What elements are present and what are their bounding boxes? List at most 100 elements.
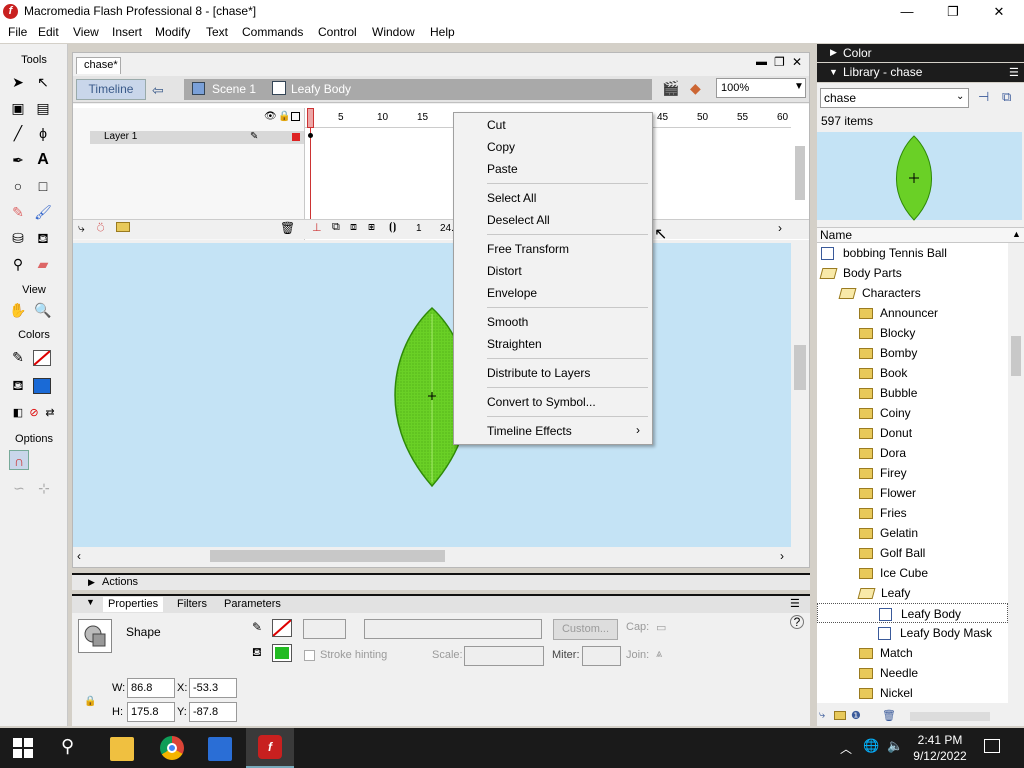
menu-item-copy[interactable]: Copy [487,140,515,154]
menu-text[interactable]: Text [206,25,228,39]
scroll-left-icon[interactable]: ‹ [77,549,81,563]
hand-tool-icon[interactable]: ✋ [8,300,28,320]
y-field[interactable]: -87.8 [189,702,237,722]
straighten-option-icon[interactable]: ⊹ [34,478,54,498]
swap-colors-icon[interactable]: ⇄ [40,403,60,423]
join-select[interactable]: ⩓ [656,648,662,661]
search-icon[interactable]: ⚲ [61,736,85,760]
tab-filters[interactable]: Filters [172,597,212,612]
line-tool-icon[interactable]: ╱ [8,123,28,143]
lock-proportions-icon[interactable]: 🔒 [84,696,96,707]
library-item[interactable]: Dora [817,443,1008,463]
stroke-style-select[interactable] [364,619,542,639]
timeline-vscroll[interactable] [795,146,805,200]
lasso-tool-icon[interactable]: ϕ [33,123,53,143]
actions-panel-header[interactable]: ▶ Actions [72,573,810,590]
custom-button[interactable]: Custom... [553,619,618,640]
snap-magnet-icon[interactable]: ∩ [9,450,29,470]
menu-item-convert-to-symbol[interactable]: Convert to Symbol... [487,395,596,409]
modify-markers-icon[interactable]: ⦗⦘ [389,221,396,234]
eye-icon[interactable]: 👁 [264,111,277,122]
library-item[interactable]: Body Parts [817,263,1008,283]
start-icon[interactable] [12,737,36,761]
stroke-color-swatch[interactable] [33,350,51,366]
brush-tool-icon[interactable]: 🖌 [33,202,53,222]
paint-bucket-tool-icon[interactable]: ⛾ [33,228,53,248]
onion-skin-icon[interactable]: ⧉ [332,221,340,234]
rectangle-tool-icon[interactable]: □ [33,176,53,196]
network-icon[interactable]: 🌐 [863,738,879,754]
delete-layer-icon[interactable]: 🗑 [280,221,295,235]
library-item[interactable]: Donut [817,423,1008,443]
fill-color-swatch[interactable] [33,378,51,394]
zoom-tool-icon[interactable]: 🔍 [33,300,53,320]
center-frame-icon[interactable]: ⊥ [312,221,322,234]
library-item[interactable]: Characters [817,283,1008,303]
add-guide-layer-icon[interactable]: ⍥ [97,221,104,236]
clock-time[interactable]: 2:41 PM [908,733,972,747]
new-library-icon[interactable]: ⧉ [1002,89,1011,105]
menu-item-distribute-to-layers[interactable]: Distribute to Layers [487,366,590,380]
menu-item-distort[interactable]: Distort [487,264,522,278]
doc-close-icon[interactable]: ✕ [792,55,802,69]
volume-icon[interactable]: 🔈 [887,738,903,754]
outline-icon[interactable] [291,112,300,121]
new-folder-icon[interactable] [834,711,846,720]
document-tab[interactable]: chase* [76,57,121,74]
menu-commands[interactable]: Commands [242,25,303,39]
library-item[interactable]: Bubble [817,383,1008,403]
restore-button[interactable]: ❐ [930,0,976,23]
free-transform-tool-icon[interactable]: ▣ [8,98,28,118]
oval-tool-icon[interactable]: ○ [8,176,28,196]
library-item[interactable]: Book [817,363,1008,383]
stage-vscroll-thumb[interactable] [794,345,806,390]
subselection-tool-icon[interactable]: ↖ [33,72,53,92]
library-item[interactable]: Flower [817,483,1008,503]
clock-date[interactable]: 9/12/2022 [908,749,972,763]
pencil-tool-icon[interactable]: ✎ [8,202,28,222]
library-panel-header[interactable]: Library - chase [817,63,1024,82]
properties-icon[interactable]: ❶ [851,709,861,722]
menu-item-straighten[interactable]: Straighten [487,337,542,351]
fill-color-icon[interactable]: ⛾ [8,375,28,395]
width-field[interactable]: 86.8 [127,678,175,698]
menu-help[interactable]: Help [430,25,455,39]
library-item[interactable]: Golf Ball [817,543,1008,563]
library-item[interactable]: Needle [817,663,1008,683]
tab-parameters[interactable]: Parameters [219,597,286,612]
eyedropper-tool-icon[interactable]: ⚲ [8,254,28,274]
stroke-width-field[interactable] [303,619,346,639]
layer-outline-color-icon[interactable] [292,133,300,141]
menu-control[interactable]: Control [318,25,357,39]
smooth-option-icon[interactable]: ∽ [9,478,29,498]
menu-file[interactable]: File [8,25,27,39]
pen-tool-icon[interactable]: ✒ [8,150,28,170]
library-item[interactable]: Nickel [817,683,1008,703]
library-document-select[interactable]: chase [820,88,969,108]
menu-item-free-transform[interactable]: Free Transform [487,242,569,256]
timeline-scroll-right-icon[interactable]: › [778,221,782,235]
onion-outline-icon[interactable]: ⧈ [350,221,357,234]
scale-select[interactable] [464,646,544,666]
library-item[interactable]: Gelatin [817,523,1008,543]
doc-minimize-icon[interactable]: ▬ [756,56,767,68]
library-item[interactable]: Blocky [817,323,1008,343]
menu-edit[interactable]: Edit [38,25,59,39]
height-field[interactable]: 175.8 [127,702,175,722]
stroke-color-icon[interactable]: ✎ [8,347,28,367]
library-item[interactable]: Ice Cube [817,563,1008,583]
edit-scene-icon[interactable]: 🎬 [662,80,679,97]
menu-item-select-all[interactable]: Select All [487,191,536,205]
library-item[interactable]: bobbing Tennis Ball [817,243,1008,263]
edit-symbols-icon[interactable]: ◆ [690,80,701,97]
x-field[interactable]: -53.3 [189,678,237,698]
stroke-hinting-checkbox[interactable] [304,650,315,661]
insert-layer-icon[interactable]: ⤷ [78,221,85,236]
eraser-tool-icon[interactable]: ▰ [33,254,53,274]
symbol-crumb[interactable]: Leafy Body [291,82,351,96]
menu-view[interactable]: View [73,25,99,39]
panel-options-icon[interactable]: ☰ [790,597,800,610]
text-tool-icon[interactable]: A [33,150,53,170]
close-button[interactable]: ✕ [976,0,1022,23]
tray-chevron-up-icon[interactable]: ︿ [840,740,852,757]
